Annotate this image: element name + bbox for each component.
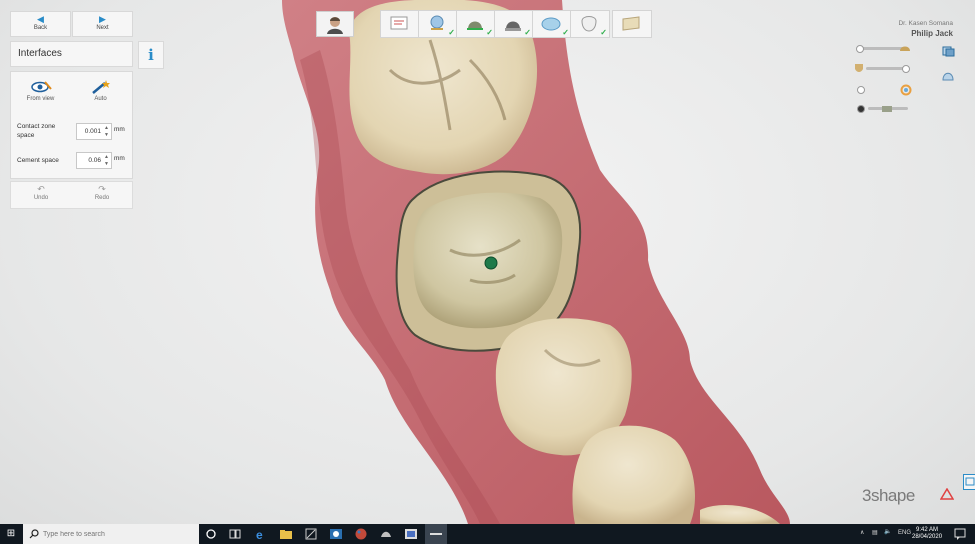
cement-space-unit: mm: [114, 155, 125, 162]
search-icon: [29, 529, 39, 539]
redo-button[interactable]: ↷ Redo: [73, 184, 131, 201]
antagonist-icon[interactable]: [898, 43, 912, 53]
app-minimized-icon: [430, 533, 442, 535]
task-view-icon[interactable]: [228, 527, 242, 541]
back-button[interactable]: ◀ Back: [10, 11, 71, 37]
step-scan[interactable]: ✓: [418, 10, 458, 38]
arrow-left-icon: ◀: [37, 14, 44, 24]
step-crown-design[interactable]: ✓: [570, 10, 610, 38]
spin-up-icon[interactable]: ▲: [103, 154, 110, 160]
paint-icon[interactable]: [354, 527, 368, 541]
active-app-tab[interactable]: [425, 524, 447, 544]
spin-up-icon[interactable]: ▲: [103, 125, 110, 131]
clock-time: 9:42 AM: [915, 527, 938, 533]
undo-icon: ↶: [37, 184, 45, 194]
color-wheel-icon[interactable]: [900, 84, 912, 96]
preparation-icon[interactable]: [853, 61, 865, 75]
step-order-form[interactable]: [380, 10, 420, 38]
volume-icon[interactable]: 🔈: [884, 528, 891, 535]
auto-label: Auto: [94, 96, 107, 102]
preparation-slider[interactable]: [866, 67, 906, 70]
check-icon: ✓: [486, 28, 493, 37]
redo-icon: ↷: [98, 184, 106, 194]
snipping-tool-icon[interactable]: [304, 527, 318, 541]
taskbar-search[interactable]: [23, 524, 199, 544]
eye-view-icon: [30, 81, 52, 93]
language-indicator[interactable]: ENG: [898, 530, 911, 536]
check-icon: ✓: [600, 28, 607, 37]
cortana-icon[interactable]: [204, 527, 218, 541]
next-button[interactable]: ▶ Next: [72, 11, 133, 37]
check-icon: ✓: [562, 28, 569, 37]
interfaces-settings: From view Auto Contact zone space ▲ ▼ mm…: [10, 71, 133, 179]
contact-zone-field[interactable]: [77, 124, 102, 139]
doctor-name: Dr. Kasen Somana: [898, 20, 953, 27]
notifications-icon[interactable]: [953, 527, 967, 541]
3d-viewport[interactable]: [0, 0, 975, 524]
step-die[interactable]: ✓: [494, 10, 534, 38]
cement-space-field[interactable]: [77, 153, 102, 168]
die-model-icon[interactable]: [880, 102, 894, 114]
chevron-up-icon[interactable]: ∧: [860, 529, 864, 536]
cement-space-label: Cement space: [17, 157, 59, 164]
undo-label: Undo: [33, 195, 49, 201]
expand-icon: [965, 477, 975, 486]
step-mill[interactable]: [612, 10, 652, 38]
brand-logo: 3shape: [862, 486, 915, 505]
magic-wand-icon: [91, 80, 110, 94]
contact-zone-label: Contact zone space: [17, 123, 56, 139]
taskbar: ⊞ e ∧ ▤ �: [0, 524, 975, 544]
next-label: Next: [96, 25, 109, 31]
step-margin-line[interactable]: ✓: [456, 10, 496, 38]
layers-icon[interactable]: [941, 45, 955, 57]
from-view-label: From view: [26, 96, 55, 102]
patient-photo-button[interactable]: [316, 11, 354, 37]
patient-photo-icon: [327, 17, 343, 34]
check-icon: ✓: [448, 28, 455, 37]
clock-date: 28/04/2020: [912, 534, 943, 540]
undo-button[interactable]: ↶ Undo: [12, 184, 70, 201]
radio-button[interactable]: [857, 86, 865, 94]
app-window-icon[interactable]: [329, 527, 343, 541]
dental-app-icon[interactable]: [404, 527, 418, 541]
arrow-right-icon: ▶: [99, 14, 106, 24]
back-label: Back: [33, 25, 48, 31]
radio-button-selected[interactable]: [857, 105, 865, 113]
side-panel-toggle[interactable]: [963, 474, 975, 490]
spin-down-icon[interactable]: ▼: [103, 132, 110, 138]
clock[interactable]: 9:42 AM 28/04/2020: [912, 527, 942, 541]
contact-zone-unit: mm: [114, 126, 125, 133]
photos-icon[interactable]: [379, 527, 393, 541]
from-view-button[interactable]: From view: [13, 77, 68, 109]
contact-zone-spinner[interactable]: ▲ ▼: [76, 123, 112, 140]
edge-browser-icon[interactable]: e: [254, 527, 268, 541]
slider-knob[interactable]: [856, 45, 864, 53]
network-icon[interactable]: ▤: [872, 529, 878, 536]
windows-start-icon[interactable]: ⊞: [0, 524, 22, 544]
brand-triangle-icon: [940, 488, 954, 500]
panel-title: Interfaces: [18, 48, 62, 59]
svg-text:e: e: [256, 528, 263, 541]
undo-redo-bar: ↶ Undo ↷ Redo: [10, 181, 133, 209]
info-icon[interactable]: i: [138, 41, 164, 69]
redo-label: Redo: [94, 195, 110, 201]
cement-space-spinner[interactable]: ▲ ▼: [76, 152, 112, 169]
file-explorer-icon[interactable]: [279, 527, 293, 541]
slider-knob[interactable]: [902, 65, 910, 73]
search-input[interactable]: [43, 524, 193, 544]
selection-point: [484, 256, 498, 270]
mill-icon: [622, 16, 640, 31]
spin-down-icon[interactable]: ▼: [103, 161, 110, 167]
step-insertion-direction[interactable]: ✓: [532, 10, 572, 38]
check-icon: ✓: [524, 28, 531, 37]
panel-header: Interfaces: [10, 41, 133, 67]
app-window: ◀ Back ▶ Next Interfaces i From view Aut…: [0, 0, 975, 524]
order-form-icon: [390, 16, 408, 30]
auto-button[interactable]: Auto: [73, 77, 128, 109]
patient-name: Philip Jack: [911, 29, 953, 38]
crown-view-icon[interactable]: [941, 68, 955, 82]
